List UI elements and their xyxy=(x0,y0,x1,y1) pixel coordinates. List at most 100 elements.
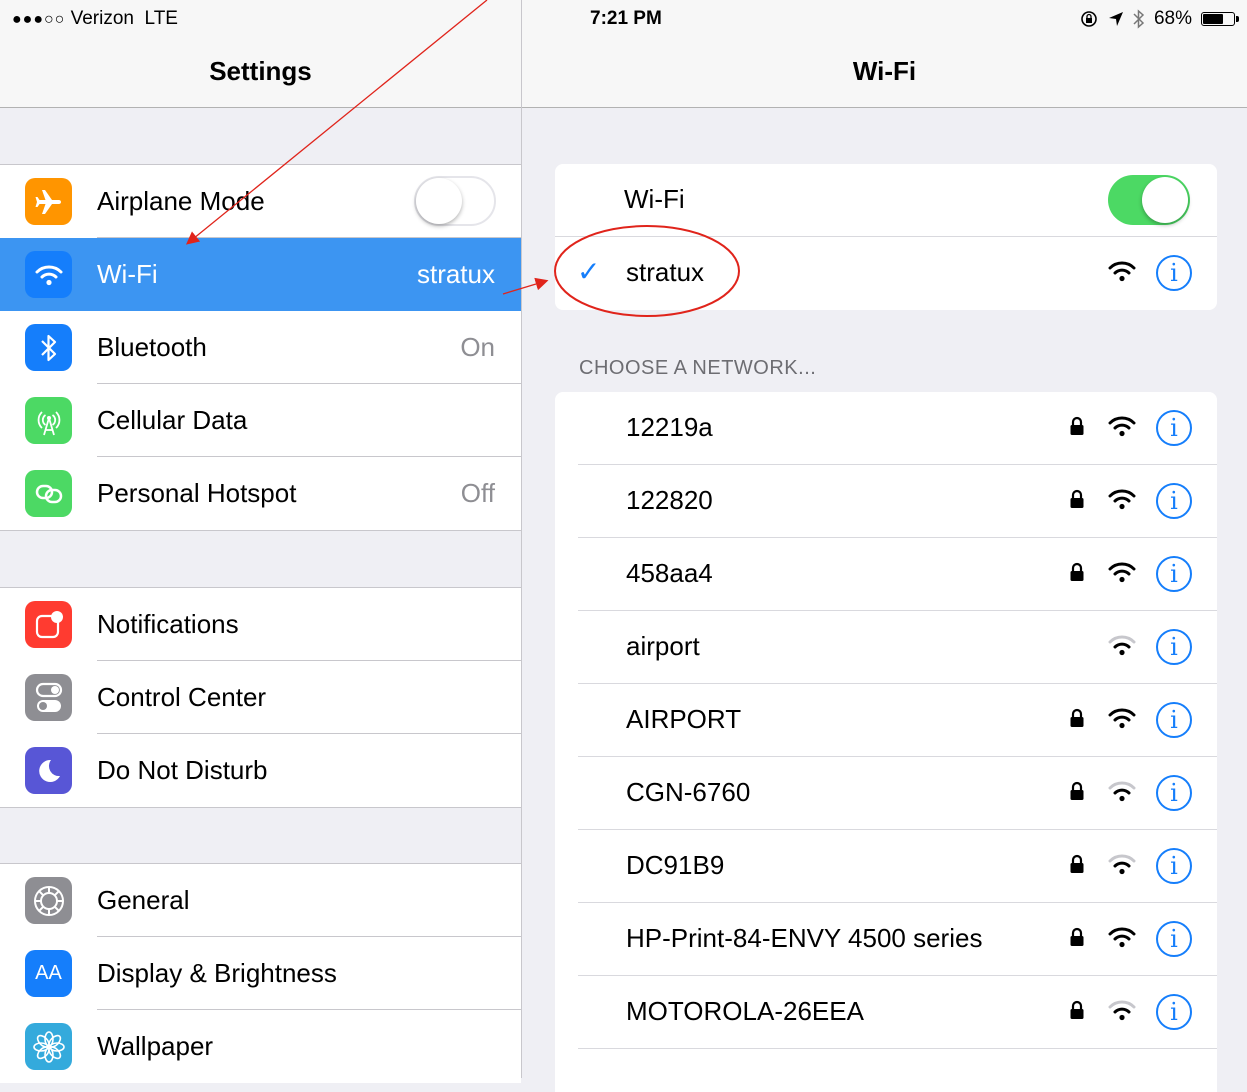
settings-row-label: Notifications xyxy=(97,609,239,639)
wifi-signal-icon xyxy=(1108,781,1136,802)
settings-row-wifi[interactable]: Wi-Fi stratux xyxy=(0,238,521,311)
network-row[interactable]: 12219a i xyxy=(555,392,1217,465)
network-type: LTE xyxy=(144,8,178,29)
network-name: 12219a xyxy=(626,412,713,442)
network-row[interactable]: 122820 i xyxy=(555,465,1217,538)
clock: 7:21 PM xyxy=(590,8,662,29)
lock-icon xyxy=(1070,489,1084,508)
wifi-signal-icon xyxy=(1108,261,1136,282)
wifi-signal-icon xyxy=(1108,416,1136,437)
settings-row-personal-hotspot[interactable]: Personal Hotspot Off xyxy=(0,457,521,530)
signal-strength: ●●●○○ xyxy=(12,11,66,28)
connectivity-group: Airplane Mode Wi-Fi stratux Bluetooth On… xyxy=(0,164,521,531)
settings-row-control-center[interactable]: Control Center xyxy=(0,661,521,734)
settings-title: Settings xyxy=(209,56,312,86)
settings-row-value: Off xyxy=(460,478,495,508)
settings-row-wallpaper[interactable]: Wallpaper xyxy=(0,1010,521,1083)
network-name: 122820 xyxy=(626,485,713,515)
info-button[interactable]: i xyxy=(1156,483,1192,519)
notifications-icon xyxy=(25,601,72,648)
network-name: MOTOROLA-26EEA xyxy=(626,996,864,1026)
connected-network-name: stratux xyxy=(626,257,705,287)
wifi-toggle-row: Wi-Fi xyxy=(555,164,1217,237)
info-button[interactable]: i xyxy=(1156,702,1192,738)
info-button[interactable]: i xyxy=(1156,994,1192,1030)
network-name: airport xyxy=(626,631,700,661)
carrier-name: Verizon xyxy=(70,8,134,29)
network-row[interactable]: DC91B9 i xyxy=(555,830,1217,903)
settings-row-cellular-data[interactable]: Cellular Data xyxy=(0,384,521,457)
settings-row-label: General xyxy=(97,885,190,915)
info-button[interactable]: i xyxy=(1156,848,1192,884)
general-group: General AA Display & Brightness Wallpape… xyxy=(0,863,521,1083)
wifi-toggle[interactable] xyxy=(1108,175,1190,225)
network-name: 458aa4 xyxy=(626,558,713,588)
settings-row-do-not-disturb[interactable]: Do Not Disturb xyxy=(0,734,521,807)
info-button[interactable]: i xyxy=(1156,410,1192,446)
wifi-title: Wi-Fi xyxy=(852,56,917,86)
settings-row-label: Control Center xyxy=(97,682,267,712)
wifi-signal-icon xyxy=(1108,562,1136,583)
status-icons: 68% xyxy=(1079,8,1239,30)
airplane-icon xyxy=(25,178,72,225)
settings-row-general[interactable]: General xyxy=(0,864,521,937)
network-row[interactable]: MOTOROLA-26EEA i xyxy=(555,976,1217,1049)
toggle-knob xyxy=(416,178,462,224)
notifications-group: Notifications Control Center Do Not Dist… xyxy=(0,587,521,808)
location-icon xyxy=(1108,12,1123,26)
toggle-knob xyxy=(1142,177,1188,223)
lock-icon xyxy=(1070,927,1084,946)
network-row[interactable]: CGN-6760 i xyxy=(555,757,1217,830)
settings-row-label: Airplane Mode xyxy=(97,186,265,216)
carrier-info: ●●●○○ Verizon LTE xyxy=(12,8,178,30)
settings-row-label: Display & Brightness xyxy=(97,958,337,988)
settings-row-display-brightness[interactable]: AA Display & Brightness xyxy=(0,937,521,1010)
network-row[interactable]: 458aa4 i xyxy=(555,538,1217,611)
settings-pane: Settings Airplane Mode Wi-Fi stratux Blu… xyxy=(0,0,522,1083)
network-row[interactable]: i xyxy=(555,1049,1217,1092)
status-bar: ●●●○○ Verizon LTE 7:21 PM 68% xyxy=(0,0,1247,40)
settings-row-label: Cellular Data xyxy=(97,405,248,435)
info-button[interactable]: i xyxy=(1156,556,1192,592)
rotation-lock-icon xyxy=(1081,11,1097,27)
settings-row-notifications[interactable]: Notifications xyxy=(0,588,521,661)
gear-icon xyxy=(25,877,72,924)
settings-row-bluetooth[interactable]: Bluetooth On xyxy=(0,311,521,384)
wifi-signal-icon xyxy=(1108,708,1136,729)
info-button[interactable]: i xyxy=(1156,921,1192,957)
settings-row-value: On xyxy=(460,332,495,362)
moon-icon xyxy=(25,747,72,794)
battery-percent: 68% xyxy=(1153,8,1192,29)
lock-icon xyxy=(1070,416,1084,435)
lock-icon xyxy=(1070,1000,1084,1019)
cellular-icon xyxy=(25,397,72,444)
wifi-signal-icon xyxy=(1108,1000,1136,1021)
wifi-label: Wi-Fi xyxy=(624,184,685,214)
lock-icon xyxy=(1070,854,1084,873)
settings-row-value: stratux xyxy=(416,259,495,289)
network-name: HP-Print-84-ENVY 4500 series xyxy=(626,923,983,953)
bluetooth-icon xyxy=(25,324,72,371)
network-list: 12219a i 122820 i 458aa4 i airport i AIRPORT i CGN… xyxy=(555,392,1217,1092)
wifi-detail-pane: Wi-Fi Wi-Fi ✓ stratux i CHOOSE A NETWORK… xyxy=(522,0,1247,1092)
wifi-signal-icon xyxy=(1108,927,1136,948)
settings-row-airplane-mode[interactable]: Airplane Mode xyxy=(0,165,521,238)
airplane-mode-toggle[interactable] xyxy=(414,176,496,226)
network-name: CGN-6760 xyxy=(626,777,751,807)
network-row[interactable]: HP-Print-84-ENVY 4500 series i xyxy=(555,903,1217,976)
info-button[interactable]: i xyxy=(1156,629,1192,665)
wifi-signal-icon xyxy=(1108,854,1136,875)
settings-row-label: Bluetooth xyxy=(97,332,207,362)
settings-row-label: Wallpaper xyxy=(97,1031,214,1061)
network-row[interactable]: AIRPORT i xyxy=(555,684,1217,757)
network-name: AIRPORT xyxy=(626,704,742,734)
info-button[interactable]: i xyxy=(1156,775,1192,811)
lock-icon xyxy=(1070,708,1084,727)
network-row[interactable]: airport i xyxy=(555,611,1217,684)
wifi-signal-icon xyxy=(1108,635,1136,656)
battery-fill xyxy=(1203,14,1223,24)
control-center-icon xyxy=(25,674,72,721)
connected-network-row[interactable]: ✓ stratux i xyxy=(555,237,1217,310)
choose-network-header: CHOOSE A NETWORK... xyxy=(579,357,817,379)
info-button[interactable]: i xyxy=(1156,255,1192,291)
